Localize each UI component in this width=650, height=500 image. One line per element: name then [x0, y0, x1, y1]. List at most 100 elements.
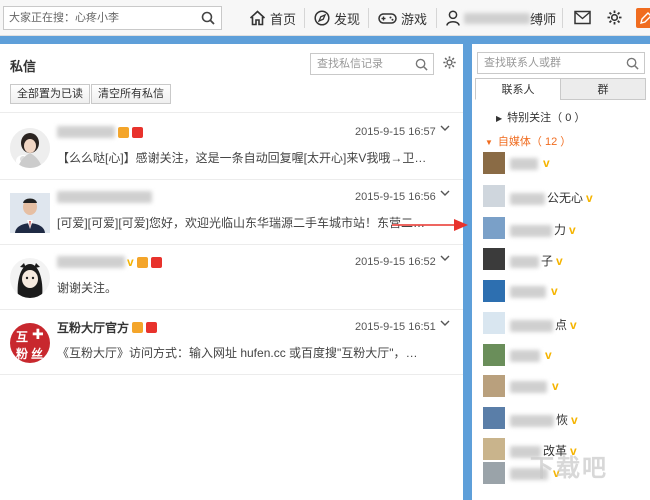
sender-name[interactable] — [57, 124, 143, 140]
verified-v-icon: v — [127, 255, 134, 269]
chevron-down-icon[interactable] — [440, 254, 450, 262]
nav-separator — [562, 8, 563, 28]
sender-name[interactable]: v — [57, 254, 162, 270]
clear-all-messages-button[interactable]: 清空所有私信 — [91, 84, 171, 104]
group-we-media[interactable]: ▼自媒体（ 12 ） — [485, 133, 571, 149]
user-name-redacted — [464, 13, 530, 24]
contact-avatar — [483, 248, 505, 270]
nav-games[interactable]: 游戏 — [378, 0, 427, 36]
contact-search-input[interactable] — [478, 53, 623, 73]
caret-right-icon: ▶ — [496, 114, 502, 123]
avatar-text-2: 粉 — [16, 345, 28, 362]
contact-name-partial: 公无心 — [547, 191, 583, 205]
message-settings-icon[interactable] — [442, 55, 457, 70]
message-preview: 《互粉大厅》访问方式：输入网址 hufen.cc 或百度搜"互粉大厅"，传送门[… — [57, 344, 427, 361]
mail-icon[interactable] — [574, 9, 591, 26]
global-search-input[interactable] — [4, 7, 194, 29]
chevron-down-icon[interactable] — [440, 189, 450, 197]
contact-avatar — [483, 344, 505, 366]
avatar — [10, 128, 50, 168]
avatar: 互 ✚ 粉 丝 — [10, 323, 50, 363]
contact-name-redacted — [510, 256, 539, 268]
contact-item[interactable]: v — [483, 152, 643, 174]
message-time: 2015-9-15 16:56 — [355, 191, 436, 203]
contact-item[interactable]: v — [483, 375, 643, 397]
annotation-arrow-icon — [390, 215, 470, 235]
contact-name: 点v — [510, 316, 577, 333]
tab-groups[interactable]: 群 — [560, 78, 646, 100]
message-time: 2015-9-15 16:52 — [355, 256, 436, 268]
settings-gear-icon[interactable] — [606, 9, 623, 26]
verified-v-icon: v — [556, 254, 563, 268]
verified-v-icon: v — [551, 284, 558, 298]
message-search-input[interactable] — [311, 54, 411, 74]
contact-name-partial: 子 — [541, 254, 553, 268]
message-item[interactable]: 互 ✚ 粉 丝 互粉大厅官方 2015-9-15 16:51 《互粉大厅》访问方… — [0, 311, 463, 375]
nav-user[interactable]: 缚师 — [446, 0, 556, 36]
verified-v-icon: v — [552, 379, 559, 393]
message-preview: [可爱][可爱][可爱]您好，欢迎光临山东华瑞源二手车城市站！东营二手车... — [57, 214, 427, 231]
panel-divider-scroll-gutter — [463, 44, 472, 500]
contact-name-redacted — [510, 381, 547, 393]
contact-item[interactable]: 点v — [483, 312, 643, 334]
sender-name-redacted — [57, 191, 152, 203]
mark-all-read-button[interactable]: 全部置为已读 — [10, 84, 90, 104]
contact-name: 恢v — [510, 411, 578, 428]
panel-title: 私信 — [10, 56, 36, 75]
nav-discover-label: 发现 — [334, 9, 360, 28]
message-item[interactable]: 2015-9-15 16:56 [可爱][可爱][可爱]您好，欢迎光临山东华瑞源… — [0, 181, 463, 245]
message-item[interactable]: 2015-9-15 16:57 【么么哒[心]】感谢关注，这是一条自动回复喔[太… — [0, 116, 463, 180]
contact-name-partial: 点 — [555, 318, 567, 332]
vip-badge-icon — [132, 322, 143, 333]
sender-name-redacted — [57, 256, 125, 268]
contact-name-redacted — [510, 320, 553, 332]
global-search — [3, 6, 222, 30]
contact-item[interactable]: 子v — [483, 248, 643, 270]
contact-name-partial: 恢 — [556, 413, 568, 427]
nav-home[interactable]: 首页 — [249, 0, 296, 36]
contact-avatar — [483, 462, 505, 484]
avatar-text-3: 丝 — [31, 345, 43, 362]
top-navigation-bar: 首页 发现 游戏 缚师 — [0, 0, 650, 36]
tab-contacts[interactable]: 联系人 — [475, 78, 561, 100]
contact-avatar — [483, 152, 505, 174]
nav-discover[interactable]: 发现 — [314, 0, 360, 36]
chevron-down-icon[interactable] — [440, 124, 450, 132]
contact-avatar — [483, 312, 505, 334]
sender-name[interactable]: 互粉大厅官方 — [57, 319, 157, 335]
contact-item[interactable]: 力v — [483, 217, 643, 239]
verified-v-icon: v — [570, 318, 577, 332]
message-item[interactable]: v 2015-9-15 16:52 谢谢关注。 — [0, 246, 463, 310]
user-icon — [446, 10, 460, 26]
contact-avatar — [483, 217, 505, 239]
contact-avatar — [483, 438, 505, 460]
verified-v-icon: v — [543, 156, 550, 170]
chevron-down-icon[interactable] — [440, 319, 450, 327]
sender-name-text: 互粉大厅官方 — [57, 319, 129, 336]
group-special-follow[interactable]: ▶ 特别关注（ 0 ） — [496, 109, 585, 125]
contact-item[interactable]: v — [483, 344, 643, 366]
search-icon[interactable] — [626, 57, 639, 70]
contacts-panel: 联系人 群 ▶特别关注（ 0 ） ▼自媒体（ 12 ） v公无心v力v子vv点v… — [472, 44, 650, 500]
member-badge-icon — [132, 127, 143, 138]
contact-item[interactable]: 公无心v — [483, 185, 643, 207]
sender-name[interactable] — [57, 189, 152, 205]
header-accent-strip — [0, 36, 650, 44]
contact-name: v — [510, 156, 550, 170]
search-icon[interactable] — [201, 11, 215, 25]
contact-name: v — [510, 379, 559, 393]
edit-icon — [636, 8, 650, 28]
message-time: 2015-9-15 16:51 — [355, 321, 436, 333]
contact-name: 公无心v — [510, 189, 593, 206]
compose-button[interactable] — [636, 8, 650, 28]
home-icon — [249, 10, 266, 26]
contact-item[interactable]: v — [483, 280, 643, 302]
contact-avatar — [483, 407, 505, 429]
contact-name-redacted — [510, 350, 540, 362]
group-label: 特别关注（ 0 ） — [507, 112, 585, 124]
gamepad-icon — [378, 10, 397, 26]
contact-item[interactable]: 恢v — [483, 407, 643, 429]
plus-icon: ✚ — [32, 326, 44, 343]
search-icon[interactable] — [415, 58, 428, 71]
verified-v-icon: v — [569, 223, 576, 237]
